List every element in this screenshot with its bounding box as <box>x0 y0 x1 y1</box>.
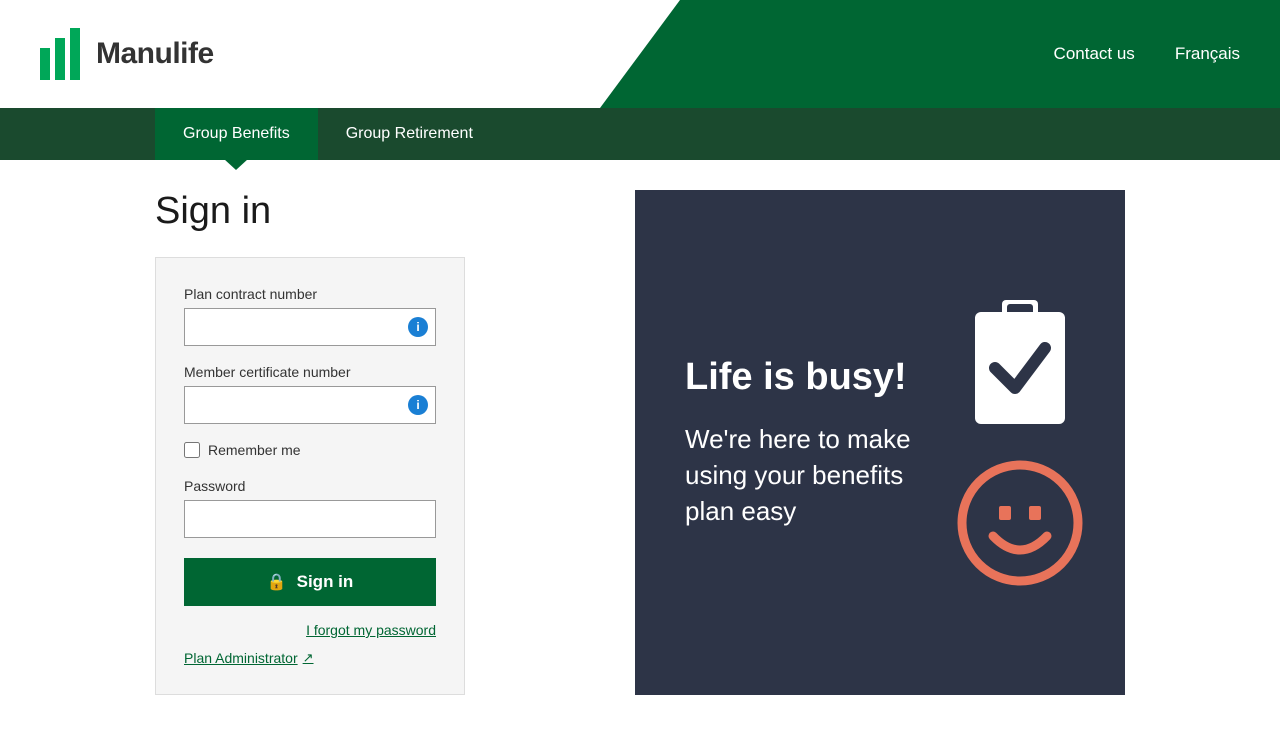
sidebar-item-group-benefits[interactable]: Group Benefits <box>155 108 318 160</box>
password-input[interactable] <box>184 500 436 538</box>
contact-us-link[interactable]: Contact us <box>1054 44 1135 64</box>
admin-link-text: Plan Administrator <box>184 650 298 666</box>
francais-link[interactable]: Français <box>1175 44 1240 64</box>
external-link-icon: ↗ <box>303 650 314 666</box>
admin-link-wrapper: Plan Administrator ↗ <box>184 650 436 666</box>
promo-icons <box>955 298 1085 588</box>
header: Manulife Contact us Français <box>0 0 1280 108</box>
member-cert-label: Member certificate number <box>184 364 436 380</box>
plan-contract-input[interactable] <box>184 308 436 346</box>
left-panel: Sign in Plan contract number i Member ce… <box>155 190 615 695</box>
logo-bar-3 <box>70 28 80 80</box>
plan-contract-wrapper: i <box>184 308 436 346</box>
remember-me-wrapper: Remember me <box>184 442 436 458</box>
forgot-password-link[interactable]: I forgot my password <box>184 622 436 638</box>
member-cert-input[interactable] <box>184 386 436 424</box>
smiley-icon <box>955 458 1085 588</box>
promo-headline: Life is busy! <box>685 355 925 401</box>
promo-panel: Life is busy! We're here to make using y… <box>635 190 1125 695</box>
sign-in-form: Plan contract number i Member certificat… <box>155 257 465 695</box>
sign-in-button[interactable]: 🔒 Sign in <box>184 558 436 606</box>
password-label: Password <box>184 478 436 494</box>
lock-icon: 🔒 <box>267 572 287 592</box>
logo-bar-1 <box>40 48 50 80</box>
logo-area: Manulife <box>0 0 254 108</box>
logo-bars-icon <box>40 28 80 80</box>
clipboard-icon <box>965 298 1075 428</box>
remember-me-checkbox[interactable] <box>184 442 200 458</box>
page-title: Sign in <box>155 190 615 233</box>
header-right: Contact us Français <box>1054 0 1280 108</box>
promo-text: Life is busy! We're here to make using y… <box>685 355 925 530</box>
plan-contract-label: Plan contract number <box>184 286 436 302</box>
remember-me-label[interactable]: Remember me <box>208 442 301 458</box>
member-cert-info-icon[interactable]: i <box>408 395 428 415</box>
member-cert-wrapper: i <box>184 386 436 424</box>
main-content: Sign in Plan contract number i Member ce… <box>0 160 1280 735</box>
nav-bar: Group Benefits Group Retirement <box>0 108 1280 160</box>
promo-subtext: We're here to make using your benefits p… <box>685 421 925 530</box>
plan-administrator-link[interactable]: Plan Administrator ↗ <box>184 650 436 666</box>
sign-in-button-label: Sign in <box>297 572 354 592</box>
logo-text: Manulife <box>96 37 214 71</box>
sidebar-item-group-retirement[interactable]: Group Retirement <box>318 108 501 160</box>
plan-contract-info-icon[interactable]: i <box>408 317 428 337</box>
logo-bar-2 <box>55 38 65 80</box>
